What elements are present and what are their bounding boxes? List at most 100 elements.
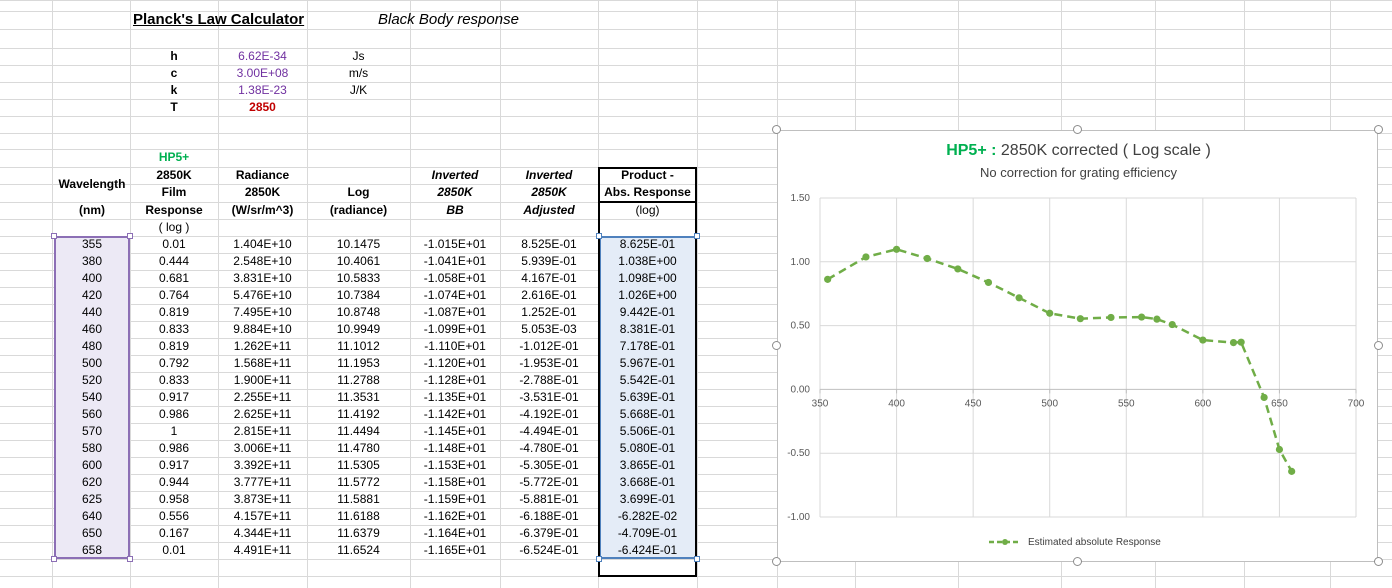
radiance-cell[interactable]: 3.006E+11 [218, 440, 307, 457]
product-cell[interactable]: 9.442E-01 [598, 304, 697, 321]
log-radiance-cell[interactable]: 11.1012 [307, 338, 410, 355]
log-radiance-cell[interactable]: 11.5881 [307, 491, 410, 508]
radiance-cell[interactable]: 3.831E+10 [218, 270, 307, 287]
radiance-cell[interactable]: 5.476E+10 [218, 287, 307, 304]
wavelength-cell[interactable]: 540 [52, 389, 132, 406]
film-response-cell[interactable]: 0.833 [130, 321, 218, 338]
chart-resize-handle[interactable] [772, 557, 781, 566]
radiance-cell[interactable]: 2.548E+10 [218, 253, 307, 270]
log-radiance-cell[interactable]: 10.7384 [307, 287, 410, 304]
wavelength-cell[interactable]: 480 [52, 338, 132, 355]
inverted-bb-cell[interactable]: -1.159E+01 [410, 491, 500, 508]
log-radiance-cell[interactable]: 11.5305 [307, 457, 410, 474]
inverted-adjusted-cell[interactable]: -2.788E-01 [500, 372, 598, 389]
radiance-cell[interactable]: 1.404E+10 [218, 236, 307, 253]
inverted-bb-cell[interactable]: -1.135E+01 [410, 389, 500, 406]
inverted-adjusted-cell[interactable]: -4.494E-01 [500, 423, 598, 440]
film-response-cell[interactable]: 0.556 [130, 508, 218, 525]
inverted-bb-cell[interactable]: -1.128E+01 [410, 372, 500, 389]
radiance-cell[interactable]: 3.777E+11 [218, 474, 307, 491]
radiance-cell[interactable]: 1.568E+11 [218, 355, 307, 372]
inverted-bb-cell[interactable]: -1.158E+01 [410, 474, 500, 491]
radiance-cell[interactable]: 1.262E+11 [218, 338, 307, 355]
wavelength-cell[interactable]: 640 [52, 508, 132, 525]
log-radiance-cell[interactable]: 11.6379 [307, 525, 410, 542]
product-cell[interactable]: 5.967E-01 [598, 355, 697, 372]
inverted-adjusted-cell[interactable]: -3.531E-01 [500, 389, 598, 406]
radiance-cell[interactable]: 3.392E+11 [218, 457, 307, 474]
chart-resize-handle[interactable] [1374, 125, 1383, 134]
inverted-bb-cell[interactable]: -1.145E+01 [410, 423, 500, 440]
chart-object[interactable]: 1.50 1.00 0.50 0.00 -0.50 -1.00 350 400 450 500 55… [777, 130, 1378, 562]
log-radiance-cell[interactable]: 10.4061 [307, 253, 410, 270]
log-radiance-cell[interactable]: 10.1475 [307, 236, 410, 253]
inverted-adjusted-cell[interactable]: -5.772E-01 [500, 474, 598, 491]
radiance-cell[interactable]: 1.900E+11 [218, 372, 307, 389]
radiance-cell[interactable]: 4.157E+11 [218, 508, 307, 525]
radiance-cell[interactable]: 4.491E+11 [218, 542, 307, 559]
radiance-cell[interactable]: 7.495E+10 [218, 304, 307, 321]
wavelength-cell[interactable]: 420 [52, 287, 132, 304]
inverted-bb-cell[interactable]: -1.164E+01 [410, 525, 500, 542]
inverted-adjusted-cell[interactable]: 5.053E-03 [500, 321, 598, 338]
log-radiance-cell[interactable]: 11.1953 [307, 355, 410, 372]
log-radiance-cell[interactable]: 11.5772 [307, 474, 410, 491]
log-radiance-cell[interactable]: 11.2788 [307, 372, 410, 389]
inverted-adjusted-cell[interactable]: -1.012E-01 [500, 338, 598, 355]
wavelength-cell[interactable]: 440 [52, 304, 132, 321]
product-cell[interactable]: 7.178E-01 [598, 338, 697, 355]
wavelength-cell[interactable]: 650 [52, 525, 132, 542]
film-response-cell[interactable]: 0.764 [130, 287, 218, 304]
product-cell[interactable]: 5.639E-01 [598, 389, 697, 406]
inverted-bb-cell[interactable]: -1.041E+01 [410, 253, 500, 270]
product-cell[interactable]: 3.865E-01 [598, 457, 697, 474]
log-radiance-cell[interactable]: 11.4192 [307, 406, 410, 423]
inverted-bb-cell[interactable]: -1.074E+01 [410, 287, 500, 304]
inverted-bb-cell[interactable]: -1.153E+01 [410, 457, 500, 474]
wavelength-cell[interactable]: 460 [52, 321, 132, 338]
inverted-bb-cell[interactable]: -1.142E+01 [410, 406, 500, 423]
wavelength-cell[interactable]: 520 [52, 372, 132, 389]
film-response-cell[interactable]: 0.944 [130, 474, 218, 491]
inverted-bb-cell[interactable]: -1.120E+01 [410, 355, 500, 372]
film-response-cell[interactable]: 0.958 [130, 491, 218, 508]
inverted-bb-cell[interactable]: -1.058E+01 [410, 270, 500, 287]
product-cell[interactable]: 5.542E-01 [598, 372, 697, 389]
film-response-cell[interactable]: 0.917 [130, 389, 218, 406]
inverted-bb-cell[interactable]: -1.015E+01 [410, 236, 500, 253]
chart-resize-handle[interactable] [1374, 341, 1383, 350]
inverted-adjusted-cell[interactable]: 8.525E-01 [500, 236, 598, 253]
chart-resize-handle[interactable] [772, 341, 781, 350]
film-response-cell[interactable]: 0.444 [130, 253, 218, 270]
inverted-adjusted-cell[interactable]: -5.305E-01 [500, 457, 598, 474]
chart-resize-handle[interactable] [1073, 125, 1082, 134]
wavelength-cell[interactable]: 625 [52, 491, 132, 508]
product-cell[interactable]: -4.709E-01 [598, 525, 697, 542]
inverted-adjusted-cell[interactable]: -4.192E-01 [500, 406, 598, 423]
radiance-cell[interactable]: 2.255E+11 [218, 389, 307, 406]
log-radiance-cell[interactable]: 10.5833 [307, 270, 410, 287]
inverted-adjusted-cell[interactable]: 1.252E-01 [500, 304, 598, 321]
wavelength-cell[interactable]: 600 [52, 457, 132, 474]
inverted-adjusted-cell[interactable]: -5.881E-01 [500, 491, 598, 508]
inverted-bb-cell[interactable]: -1.165E+01 [410, 542, 500, 559]
film-response-cell[interactable]: 0.167 [130, 525, 218, 542]
inverted-adjusted-cell[interactable]: -6.379E-01 [500, 525, 598, 542]
inverted-bb-cell[interactable]: -1.110E+01 [410, 338, 500, 355]
film-response-cell[interactable]: 0.792 [130, 355, 218, 372]
inverted-adjusted-cell[interactable]: -6.188E-01 [500, 508, 598, 525]
log-radiance-cell[interactable]: 11.4494 [307, 423, 410, 440]
product-cell[interactable]: 1.038E+00 [598, 253, 697, 270]
radiance-cell[interactable]: 2.815E+11 [218, 423, 307, 440]
radiance-cell[interactable]: 3.873E+11 [218, 491, 307, 508]
film-response-cell[interactable]: 0.986 [130, 406, 218, 423]
inverted-adjusted-cell[interactable]: -1.953E-01 [500, 355, 598, 372]
wavelength-cell[interactable]: 380 [52, 253, 132, 270]
radiance-cell[interactable]: 4.344E+11 [218, 525, 307, 542]
film-response-cell[interactable]: 0.681 [130, 270, 218, 287]
product-cell[interactable]: 3.668E-01 [598, 474, 697, 491]
inverted-bb-cell[interactable]: -1.087E+01 [410, 304, 500, 321]
inverted-bb-cell[interactable]: -1.099E+01 [410, 321, 500, 338]
log-radiance-cell[interactable]: 10.8748 [307, 304, 410, 321]
wavelength-cell[interactable]: 570 [52, 423, 132, 440]
